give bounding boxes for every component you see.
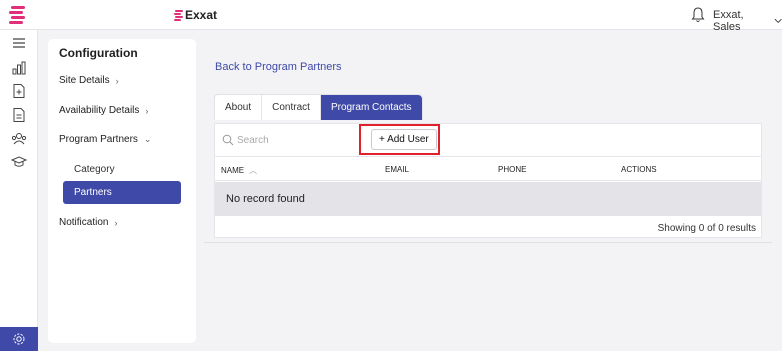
chevron-down-icon (774, 18, 782, 24)
chevron-right-icon: › (114, 217, 118, 228)
nav-sub-item-category[interactable]: Category (74, 164, 115, 175)
top-bar: Exxat Exxat, Sales (0, 0, 782, 33)
tab-contract[interactable]: Contract (262, 95, 321, 120)
back-to-program-partners-link[interactable]: Back to Program Partners (215, 61, 342, 73)
chevron-right-icon: › (145, 105, 149, 116)
nav-sub-item-partners[interactable]: Partners (63, 181, 181, 204)
results-count: Showing 0 of 0 results (657, 223, 756, 234)
people-icon[interactable] (11, 131, 27, 147)
brand: Exxat (174, 8, 217, 22)
content-divider (204, 242, 772, 243)
table-header: NAME ︿ EMAIL PHONE ACTIONS (215, 156, 761, 181)
user-name: Exxat, Sales (713, 9, 744, 33)
add-user-button[interactable]: + Add User (371, 129, 437, 150)
brand-logo-icon (174, 9, 183, 21)
column-header-name[interactable]: NAME ︿ (221, 165, 257, 176)
chevron-down-icon: ⌄ (143, 134, 152, 144)
exxat-logo-icon[interactable] (9, 5, 27, 25)
graduation-cap-icon[interactable] (11, 154, 27, 170)
nav-item-label: Program Partners (59, 134, 138, 145)
configuration-panel: Configuration Site Details › Availabilit… (48, 39, 196, 343)
tab-about[interactable]: About (215, 95, 263, 120)
menu-icon[interactable] (11, 35, 27, 51)
icon-rail (0, 30, 38, 351)
tab-bar: About Contract Program Contacts (214, 94, 423, 120)
configuration-title: Configuration (59, 46, 138, 60)
settings-rail-button[interactable] (0, 327, 38, 351)
nav-item-availability-details[interactable]: Availability Details › (59, 105, 148, 116)
chart-icon[interactable] (11, 60, 27, 76)
tab-program-contacts[interactable]: Program Contacts (320, 95, 422, 120)
column-header-actions: ACTIONS (621, 165, 657, 174)
user-menu[interactable]: Exxat, Sales (713, 9, 782, 33)
notification-bell-icon[interactable] (691, 7, 705, 23)
add-document-icon[interactable] (11, 83, 27, 99)
search-input[interactable] (237, 130, 357, 150)
column-header-email: EMAIL (385, 165, 410, 174)
brand-name: Exxat (185, 8, 218, 22)
column-header-phone: PHONE (498, 165, 527, 174)
nav-item-site-details[interactable]: Site Details › (59, 75, 119, 86)
nav-item-program-partners[interactable]: Program Partners ⌄ (59, 134, 151, 145)
settings-icon (13, 333, 25, 345)
nav-item-label: Availability Details (59, 105, 140, 116)
chevron-right-icon: › (115, 75, 119, 86)
sort-up-icon[interactable]: ︿ (249, 166, 257, 175)
contacts-panel: + Add User NAME︿ EMAIL PHONE ACTIONS No … (214, 123, 762, 238)
nav-item-label: Site Details (59, 75, 110, 86)
empty-state-row: No record found (215, 182, 761, 216)
search-icon (222, 134, 234, 146)
document-icon[interactable] (11, 107, 27, 123)
nav-item-label: Notification (59, 217, 109, 228)
nav-item-notification[interactable]: Notification › (59, 217, 117, 228)
